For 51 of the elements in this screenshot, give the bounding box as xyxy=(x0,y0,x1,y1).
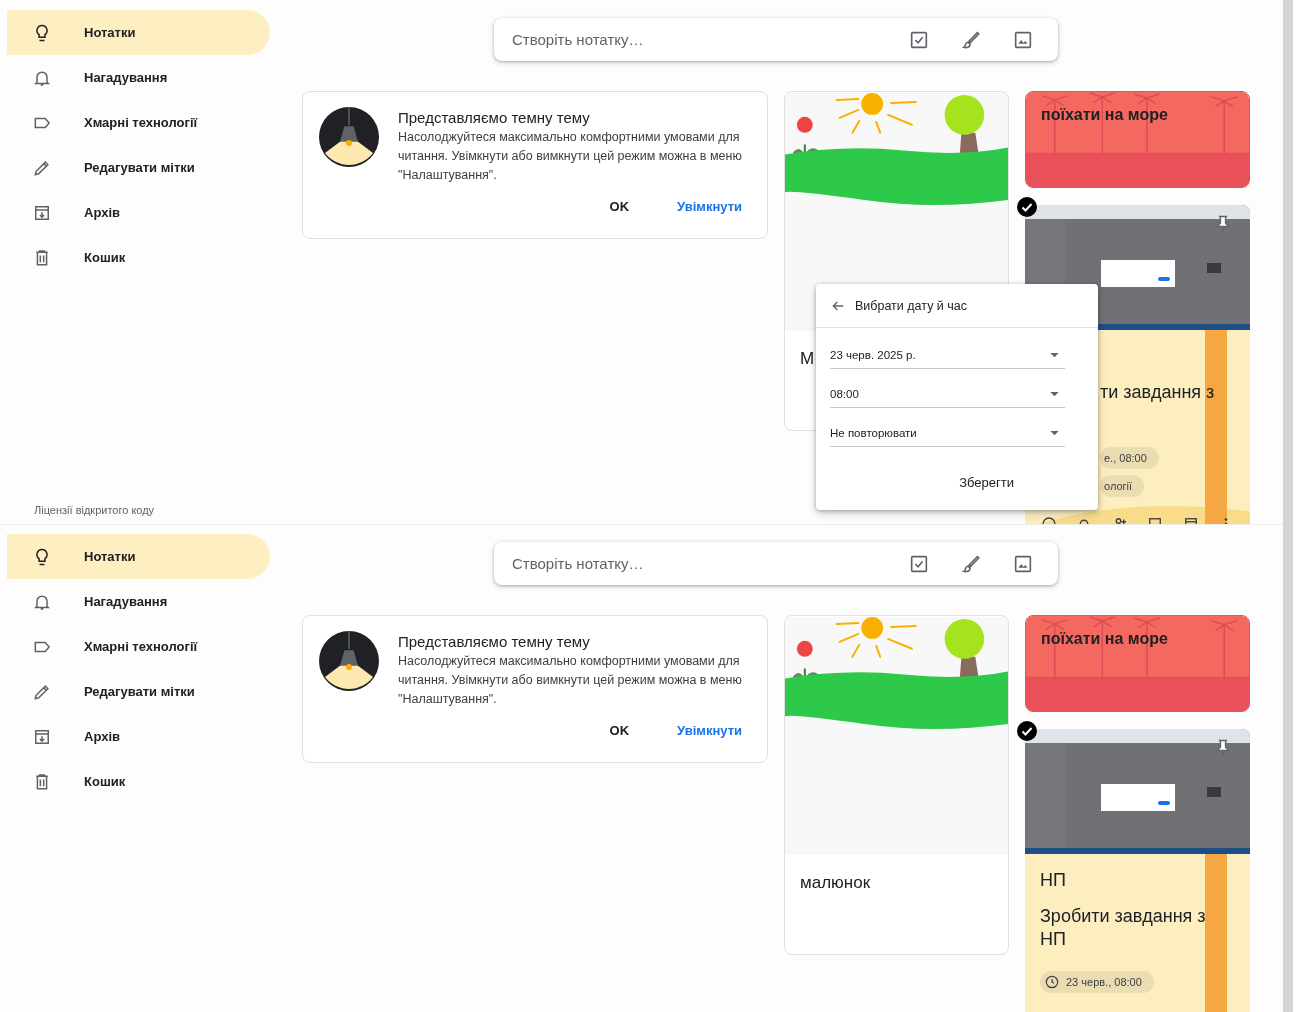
note-card[interactable]: малюнок xyxy=(784,615,1009,955)
reminder-chip[interactable]: 23 черв., 08:00 xyxy=(1040,971,1154,993)
dialog-title: Вибрати дату й час xyxy=(855,298,968,313)
banner-title: Представляємо темну тему xyxy=(398,633,591,650)
ok-button[interactable]: OK xyxy=(595,717,644,744)
sidebar-item[interactable]: Кошик xyxy=(7,235,270,280)
caret-icon xyxy=(1050,391,1059,397)
clock-icon xyxy=(1044,974,1060,990)
take-note-field[interactable]: Створіть нотатку… xyxy=(510,30,878,49)
licenses-link[interactable]: Ліцензії відкритого коду xyxy=(34,504,155,516)
sidebar-item[interactable]: Архів xyxy=(7,190,270,235)
enable-button[interactable]: Увімкнути xyxy=(663,193,756,220)
banner-title: Представляємо темну тему xyxy=(398,109,591,126)
note-text: Зробити завдання з НП xyxy=(1040,906,1206,949)
sidebar-item[interactable]: Нагадування xyxy=(7,55,270,100)
lamp-icon xyxy=(319,631,379,691)
note-title: поїхати на море xyxy=(1040,629,1169,649)
scrollbar[interactable] xyxy=(1283,0,1293,1012)
sidebar-item[interactable]: Хмарні технології xyxy=(7,100,270,145)
sidebar-item[interactable]: Хмарні технології xyxy=(7,624,270,669)
sidebar-item[interactable]: Редагувати мітки xyxy=(7,669,270,714)
sidebar-item[interactable]: Нотатки xyxy=(7,534,270,579)
check-circle-icon[interactable] xyxy=(1017,197,1037,217)
caret-icon xyxy=(1050,430,1059,436)
sidebar-item[interactable]: Нагадування xyxy=(7,579,270,624)
dropdown-field[interactable]: Не повторювати xyxy=(830,420,1065,447)
label-chip[interactable]: ології xyxy=(1100,475,1145,497)
save-button[interactable]: Зберегти xyxy=(955,473,1018,492)
lamp-icon xyxy=(319,107,379,167)
dropdown-field[interactable]: 08:00 xyxy=(830,381,1065,408)
dropdown-field[interactable]: 23 черв. 2025 р. xyxy=(830,342,1065,369)
caret-icon xyxy=(1050,352,1059,358)
sidebar-item[interactable]: Нотатки xyxy=(7,10,270,55)
sidebar-item[interactable]: Архів xyxy=(7,714,270,759)
sidebar-item[interactable]: Кошик xyxy=(7,759,270,804)
note-title: М xyxy=(800,349,815,368)
enable-button[interactable]: Увімкнути xyxy=(663,717,756,744)
note-title: малюнок xyxy=(800,873,871,892)
note-card[interactable]: НП Зробити завдання з НП 23 черв., 08:00 xyxy=(1025,729,1250,1012)
note-title: поїхати на море xyxy=(1040,105,1169,125)
note-text: ти завдання з xyxy=(1100,382,1215,402)
note-card[interactable]: поїхати на море xyxy=(1025,615,1250,712)
banner-text: Насолоджуйтеся максимально комфортними умовами для читання. Увімкнути або вимкнути цей режим можна в меню "Налаштування". xyxy=(398,129,743,184)
check-circle-icon[interactable] xyxy=(1017,721,1037,741)
note-title: НП xyxy=(1040,870,1067,892)
take-note-field[interactable]: Створіть нотатку… xyxy=(510,554,878,573)
sidebar-item[interactable]: Редагувати мітки xyxy=(7,145,270,190)
banner-text: Насолоджуйтеся максимально комфортними умовами для читання. Увімкнути або вимкнути цей режим можна в меню "Налаштування". xyxy=(398,653,743,708)
note-card[interactable]: поїхати на море xyxy=(1025,91,1250,188)
label-chip[interactable]: е., 08:00 xyxy=(1100,447,1159,469)
ok-button[interactable]: OK xyxy=(595,193,644,220)
